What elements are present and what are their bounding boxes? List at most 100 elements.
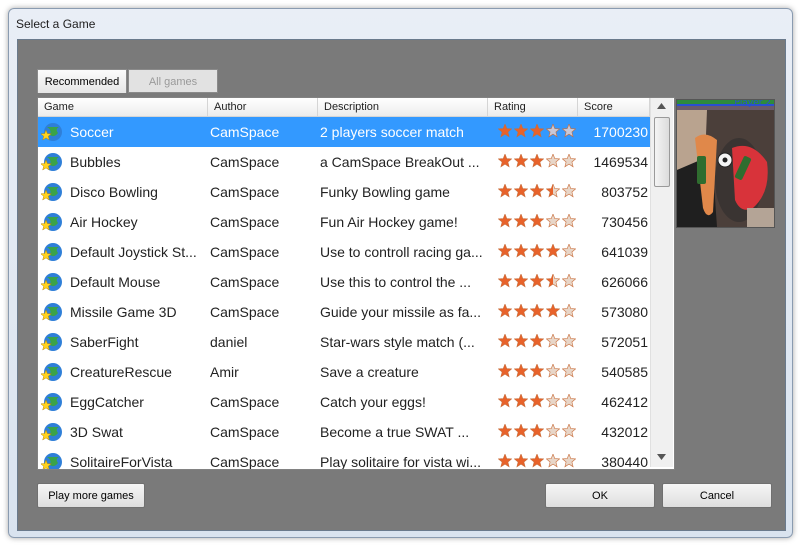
dialog-client-area: Recommended All games Game Author Descri… xyxy=(17,39,786,531)
cell-game: Default Joystick St... xyxy=(70,244,197,260)
cell-score: 730456 xyxy=(601,214,648,230)
cell-author: CamSpace xyxy=(210,124,280,140)
rating-stars xyxy=(498,424,576,438)
cell-score: 1469534 xyxy=(593,154,648,170)
cell-score: 1700230 xyxy=(593,124,648,140)
cell-score: 626066 xyxy=(601,274,648,290)
table-row[interactable]: Missile Game 3D CamSpace Guide your missil… xyxy=(38,297,650,327)
column-header-description[interactable]: Description xyxy=(318,98,488,116)
cell-author: CamSpace xyxy=(210,214,280,230)
cell-description: 2 players soccer match xyxy=(320,124,464,140)
rating-stars xyxy=(498,334,576,348)
cell-score: 572051 xyxy=(601,334,648,350)
rating-stars xyxy=(498,124,576,138)
table-row[interactable]: Bubbles CamSpace a CamSpace BreakOut ... 14… xyxy=(38,147,650,177)
table-row[interactable]: Default Mouse CamSpace Use this to control… xyxy=(38,267,650,297)
cell-description: Catch your eggs! xyxy=(320,394,426,410)
table-row[interactable]: Air Hockey CamSpace Fun Air Hockey game! 73… xyxy=(38,207,650,237)
cell-game: Missile Game 3D xyxy=(70,304,177,320)
preview-overlay-text: Player 2 xyxy=(734,99,771,108)
cell-author: CamSpace xyxy=(210,244,280,260)
game-globe-star-icon xyxy=(41,243,62,261)
game-globe-star-icon xyxy=(41,333,62,351)
table-row[interactable]: CreatureRescue Amir Save a creature 540585 xyxy=(38,357,650,387)
table-row[interactable]: Disco Bowling CamSpace Funky Bowling game 8… xyxy=(38,177,650,207)
cell-score: 380440 xyxy=(601,454,648,470)
cell-author: CamSpace xyxy=(210,154,280,170)
cell-game: 3D Swat xyxy=(70,424,123,440)
cell-author: CamSpace xyxy=(210,184,280,200)
cell-description: Play solitaire for vista wi... xyxy=(320,454,482,470)
ok-button[interactable]: OK xyxy=(545,483,655,508)
scroll-down-arrow-icon[interactable] xyxy=(657,454,666,460)
cell-description: Use to controll racing ga... xyxy=(320,244,483,260)
table-row[interactable]: SolitaireForVista CamSpace Play solitaire … xyxy=(38,447,650,470)
rating-stars xyxy=(498,244,576,258)
game-globe-star-icon xyxy=(41,123,62,141)
game-globe-star-icon xyxy=(41,183,62,201)
game-select-window: Select a Game Recommended All games Game… xyxy=(8,8,793,538)
game-globe-star-icon xyxy=(41,303,62,321)
cell-author: CamSpace xyxy=(210,304,280,320)
cell-description: Funky Bowling game xyxy=(320,184,450,200)
rating-stars xyxy=(498,214,576,228)
cell-description: Star-wars style match (... xyxy=(320,334,475,350)
column-header-rating[interactable]: Rating xyxy=(488,98,578,116)
cell-score: 641039 xyxy=(601,244,648,260)
scroll-up-arrow-icon[interactable] xyxy=(657,103,666,109)
cell-score: 573080 xyxy=(601,304,648,320)
cell-description: Save a creature xyxy=(320,364,419,380)
cell-author: CamSpace xyxy=(210,274,280,290)
cell-author: CamSpace xyxy=(210,424,280,440)
tab-all-games[interactable]: All games xyxy=(128,69,218,93)
table-row[interactable]: EggCatcher CamSpace Catch your eggs! 462412 xyxy=(38,387,650,417)
cell-description: Guide your missile as fa... xyxy=(320,304,482,320)
cell-description: Fun Air Hockey game! xyxy=(320,214,458,230)
table-row[interactable]: Default Joystick St... CamSpace Use to con… xyxy=(38,237,650,267)
game-globe-star-icon xyxy=(41,453,62,469)
cell-game: Disco Bowling xyxy=(70,184,158,200)
cell-score: 803752 xyxy=(601,184,648,200)
cell-description: a CamSpace BreakOut ... xyxy=(320,154,480,170)
cell-author: Amir xyxy=(210,364,239,380)
cell-game: EggCatcher xyxy=(70,394,144,410)
title-bar[interactable]: Select a Game xyxy=(9,9,792,39)
cell-description: Become a true SWAT ... xyxy=(320,424,470,440)
cell-description: Use this to control the ... xyxy=(320,274,471,290)
cell-score: 540585 xyxy=(601,364,648,380)
cell-game: Soccer xyxy=(70,124,114,140)
game-preview-image: Player 2 xyxy=(676,99,775,228)
column-header-game[interactable]: Game xyxy=(38,98,208,116)
game-globe-star-icon xyxy=(41,363,62,381)
games-list[interactable]: Game Author Description Rating Score Soc… xyxy=(37,97,675,470)
cell-score: 462412 xyxy=(601,394,648,410)
rating-stars xyxy=(498,364,576,378)
game-globe-star-icon xyxy=(41,423,62,441)
tab-recommended[interactable]: Recommended xyxy=(37,69,127,93)
rating-stars xyxy=(498,394,576,408)
rating-stars xyxy=(498,454,576,468)
cancel-button[interactable]: Cancel xyxy=(662,483,772,508)
cell-game: Air Hockey xyxy=(70,214,138,230)
game-globe-star-icon xyxy=(41,273,62,291)
game-globe-star-icon xyxy=(41,213,62,231)
cell-score: 432012 xyxy=(601,424,648,440)
play-more-games-button[interactable]: Play more games xyxy=(37,483,145,508)
table-row[interactable]: 3D Swat CamSpace Become a true SWAT ... 432… xyxy=(38,417,650,447)
vertical-scrollbar[interactable] xyxy=(650,98,673,467)
rating-stars xyxy=(498,274,576,288)
scrollbar-thumb[interactable] xyxy=(654,117,670,187)
rating-stars xyxy=(498,184,576,198)
cell-game: Default Mouse xyxy=(70,274,161,290)
cell-game: Bubbles xyxy=(70,154,121,170)
column-header-author[interactable]: Author xyxy=(208,98,318,116)
rating-stars xyxy=(498,154,576,168)
window-title: Select a Game xyxy=(16,17,96,31)
column-header-score[interactable]: Score xyxy=(578,98,650,116)
table-row[interactable]: SaberFight daniel Star-wars style match (.… xyxy=(38,327,650,357)
cell-game: SolitaireForVista xyxy=(70,454,173,470)
game-globe-star-icon xyxy=(41,393,62,411)
rating-stars xyxy=(498,304,576,318)
table-row[interactable]: Soccer CamSpace 2 players soccer match 1700… xyxy=(38,117,650,147)
cell-author: CamSpace xyxy=(210,394,280,410)
